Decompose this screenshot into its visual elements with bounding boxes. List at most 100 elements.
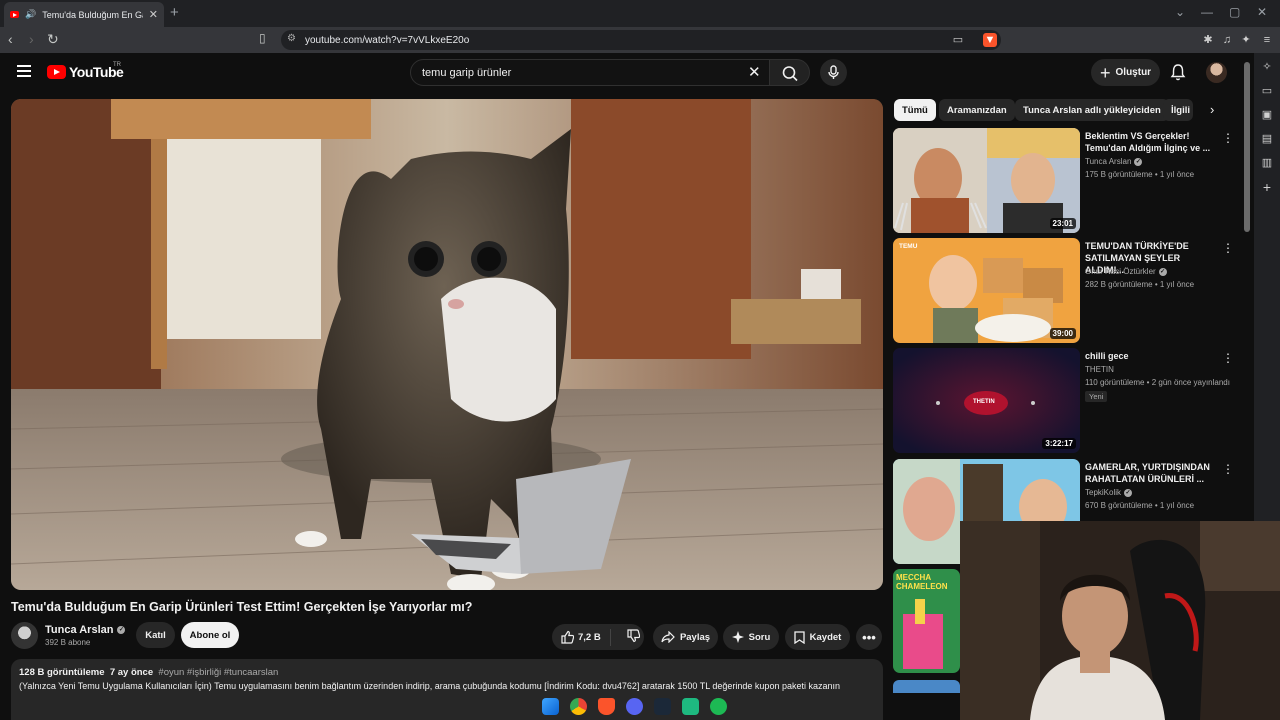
- more-vertical-icon[interactable]: ⋮: [1222, 462, 1234, 476]
- media-icon[interactable]: ♫: [1220, 33, 1234, 47]
- brave-shields-icon[interactable]: ▼: [983, 33, 997, 47]
- channel-name: Onur Naci Öztürkler: [1085, 267, 1156, 276]
- like-dislike-group: 7,2 B: [552, 624, 644, 650]
- save-button[interactable]: Kaydet: [785, 624, 850, 650]
- chip-from-search[interactable]: Aramanızdan: [939, 99, 1015, 121]
- subscribe-button[interactable]: Abone ol: [181, 622, 239, 648]
- bookmark-icon[interactable]: ▯: [259, 31, 266, 45]
- dislike-button[interactable]: [616, 628, 640, 646]
- video-thumbnail[interactable]: TEMU 39:00: [893, 238, 1080, 343]
- more-vertical-icon[interactable]: ⋮: [1222, 351, 1234, 365]
- recommendation-title[interactable]: GAMERLAR, YURTDIŞINDAN RAHATLATAN ÜRÜNLE…: [1085, 461, 1215, 485]
- channel-name: Tunca Arslan: [45, 624, 114, 636]
- address-bar[interactable]: ⚙ youtube.com/watch?v=7vVLkxeE20o: [281, 30, 1001, 50]
- leo-ai-icon[interactable]: ✦: [1239, 33, 1253, 47]
- browser-tab-bar: 🔊 Temu'da Bulduğum En Garip ✕ + ⌄ — ▢ ✕: [0, 0, 1280, 27]
- more-vertical-icon[interactable]: ⋮: [1222, 241, 1234, 255]
- video-duration: 23:01: [1049, 218, 1076, 229]
- window-close-icon[interactable]: ✕: [1257, 5, 1267, 19]
- cast-icon[interactable]: ▭: [951, 33, 965, 47]
- recommendation-item[interactable]: THETIN 3:22:17 chilli gece THETIN 110 gö…: [893, 348, 1241, 454]
- channel-avatar[interactable]: [11, 622, 38, 649]
- reload-icon[interactable]: ↻: [47, 31, 59, 48]
- like-icon: [561, 630, 574, 644]
- discord-icon[interactable]: [626, 698, 643, 715]
- sidebar-add-icon[interactable]: +: [1259, 179, 1275, 195]
- chrome-icon[interactable]: [570, 698, 587, 715]
- recommendation-title[interactable]: Beklentim VS Gerçekler! Temu'dan Aldığım…: [1085, 130, 1215, 154]
- notifications-button[interactable]: [1170, 63, 1186, 86]
- recommendation-item[interactable]: 23:01 Beklentim VS Gerçekler! Temu'dan A…: [893, 128, 1241, 234]
- forward-icon[interactable]: ›: [29, 31, 34, 47]
- site-info-icon[interactable]: ⚙: [287, 33, 296, 44]
- search-button[interactable]: [769, 59, 810, 86]
- share-button[interactable]: Paylaş: [653, 624, 718, 650]
- tab-close-icon[interactable]: ✕: [149, 8, 158, 21]
- account-avatar[interactable]: [1206, 62, 1227, 83]
- spotify-icon[interactable]: [710, 698, 727, 715]
- browser-menu-icon[interactable]: ≡: [1260, 33, 1274, 47]
- back-icon[interactable]: ‹: [8, 31, 13, 47]
- chip-from-uploader[interactable]: Tunca Arslan adlı yükleyiciden: [1015, 99, 1169, 121]
- ask-label: Soru: [748, 631, 771, 643]
- like-separator: [609, 628, 611, 646]
- menu-icon[interactable]: [17, 65, 31, 77]
- new-tab-icon[interactable]: +: [170, 4, 179, 21]
- like-button[interactable]: 7,2 B: [552, 630, 601, 644]
- plus-icon: +: [1100, 62, 1111, 83]
- recommendation-channel[interactable]: THETIN: [1085, 365, 1114, 374]
- maximize-icon[interactable]: ▢: [1229, 5, 1240, 19]
- more-actions-button[interactable]: •••: [856, 624, 882, 650]
- recommendation-channel[interactable]: Onur Naci Öztürkler ✓: [1085, 267, 1167, 276]
- share-icon: [661, 631, 675, 643]
- steam-icon[interactable]: [654, 698, 671, 715]
- chip-related[interactable]: İlgili: [1163, 99, 1193, 121]
- sidebar-wallet-icon[interactable]: ▣: [1259, 107, 1275, 123]
- recommendation-channel[interactable]: Tunca Arslan ✓: [1085, 157, 1143, 166]
- extensions-icon[interactable]: ✱: [1201, 33, 1215, 47]
- minimize-icon[interactable]: —: [1201, 5, 1213, 19]
- chip-label: Tunca Arslan adlı yükleyiciden: [1023, 104, 1161, 116]
- channel-name-row[interactable]: Tunca Arslan ✓: [45, 624, 126, 636]
- browser-tab[interactable]: 🔊 Temu'da Bulduğum En Garip ✕: [4, 2, 164, 27]
- windows-start-icon[interactable]: [542, 698, 559, 715]
- sidebar-media-icon[interactable]: ▭: [1259, 83, 1275, 99]
- tab-search-icon[interactable]: ⌄: [1175, 5, 1185, 19]
- brave-icon[interactable]: [598, 698, 615, 715]
- view-count: 128 B görüntüleme: [19, 667, 105, 678]
- share-label: Paylaş: [679, 631, 711, 643]
- more-vertical-icon[interactable]: ⋮: [1222, 131, 1234, 145]
- save-label: Kaydet: [809, 631, 842, 643]
- search-input[interactable]: temu garip ürünler: [410, 59, 770, 86]
- ask-button[interactable]: Soru: [723, 624, 779, 650]
- description-text: (Yalnızca Yeni Temu Uygulama Kullanıcıla…: [19, 681, 840, 691]
- video-thumbnail[interactable]: MECCHA CHAMELEON: [893, 569, 960, 673]
- video-player[interactable]: [11, 99, 883, 590]
- chip-all[interactable]: Tümü: [894, 99, 936, 121]
- next-thumbnail-peek[interactable]: [893, 680, 960, 693]
- clear-search-icon[interactable]: ✕: [748, 63, 761, 81]
- recommendation-channel[interactable]: TepkiKolik ✓: [1085, 488, 1133, 497]
- sidebar-bookmarks-icon[interactable]: ▤: [1259, 131, 1275, 147]
- video-thumbnail[interactable]: THETIN 3:22:17: [893, 348, 1080, 453]
- voice-search-button[interactable]: [820, 59, 847, 86]
- hashtags[interactable]: #oyun #işbirliği #tuncaarslan: [158, 667, 278, 678]
- dislike-icon: [627, 628, 640, 642]
- video-duration: 39:00: [1049, 328, 1076, 339]
- video-thumbnail[interactable]: 23:01: [893, 128, 1080, 233]
- app-icon[interactable]: [682, 698, 699, 715]
- audio-playing-icon[interactable]: 🔊: [25, 9, 36, 20]
- sidebar-ai-icon[interactable]: ✧: [1259, 59, 1275, 75]
- youtube-logo[interactable]: YouTube TR: [47, 62, 124, 80]
- create-button[interactable]: + Oluştur: [1091, 59, 1160, 86]
- join-label: Katıl: [145, 629, 166, 641]
- chevron-right-icon[interactable]: ›: [1210, 102, 1214, 117]
- sidebar-reading-list-icon[interactable]: ▥: [1259, 155, 1275, 171]
- join-button[interactable]: Katıl: [136, 622, 175, 648]
- recommendation-title[interactable]: chilli gece: [1085, 350, 1215, 362]
- recommendation-item[interactable]: TEMU 39:00 TEMU'DAN TÜRKİYE'DE SATILMAYA…: [893, 238, 1241, 344]
- page-scrollbar[interactable]: [1244, 62, 1250, 232]
- description-box[interactable]: 128 B görüntüleme 7 ay önce #oyun #işbir…: [11, 659, 883, 720]
- recommendation-meta: 175 B görüntüleme • 1 yıl önce: [1085, 170, 1195, 179]
- like-count: 7,2 B: [578, 631, 601, 643]
